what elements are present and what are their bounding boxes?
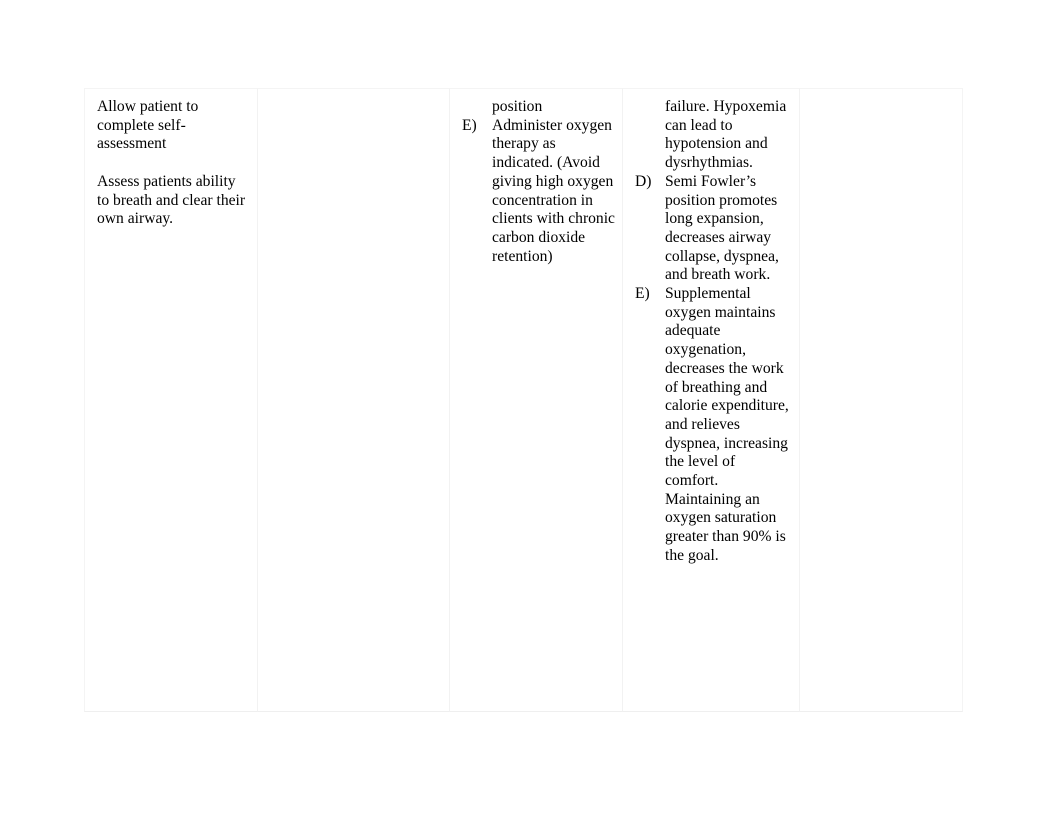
assessment-paragraph-1: Allow patient to complete self-assessmen… [97,98,199,153]
intervention-continuation-line: position [492,98,543,115]
table-column-goal [258,88,450,712]
table-column-intervention: position E) Administer oxygen therapy as… [450,88,623,712]
table-column-rationale: failure. Hypoxemia can lead to hypotensi… [623,88,800,712]
table-cell-rationale: failure. Hypoxemia can lead to hypotensi… [623,89,799,566]
list-marker-e: E) [462,116,477,134]
rationale-list-item-e: E) Supplemental oxygen maintains adequat… [635,285,792,566]
list-marker-e: E) [635,285,650,303]
rationale-item-e-text: Supplemental oxygen maintains adequate o… [665,285,789,490]
intervention-list-item-e: E) Administer oxygen therapy as indicate… [462,117,615,267]
rationale-item-e-text-2: Maintaining an oxygen saturation greater… [665,490,786,564]
list-marker-d: D) [635,172,652,190]
rationale-continuation-line: failure. Hypoxemia can lead to hypotensi… [665,98,787,172]
table-cell-goal-empty [258,89,449,98]
table-cell-intervention: position E) Administer oxygen therapy as… [450,89,622,266]
care-plan-table: Allow patient to complete self-assessmen… [84,88,963,712]
rationale-list-item-d: D) Semi Fowler’s position promotes long … [635,173,792,285]
rationale-list: D) Semi Fowler’s position promotes long … [635,173,792,566]
assessment-paragraph-2: Assess patients ability to breath and cl… [97,172,246,228]
intervention-item-e-text: Administer oxygen therapy as indicated. … [492,116,615,265]
table-cell-assessment: Allow patient to complete self-assessmen… [85,89,257,229]
intervention-list: E) Administer oxygen therapy as indicate… [462,117,615,267]
rationale-item-d-text: Semi Fowler’s position promotes long exp… [665,172,779,284]
table-column-assessment: Allow patient to complete self-assessmen… [84,88,258,712]
table-column-evaluation [800,88,963,712]
document-page: Allow patient to complete self-assessmen… [0,0,1062,822]
table-cell-evaluation-empty [800,89,962,98]
